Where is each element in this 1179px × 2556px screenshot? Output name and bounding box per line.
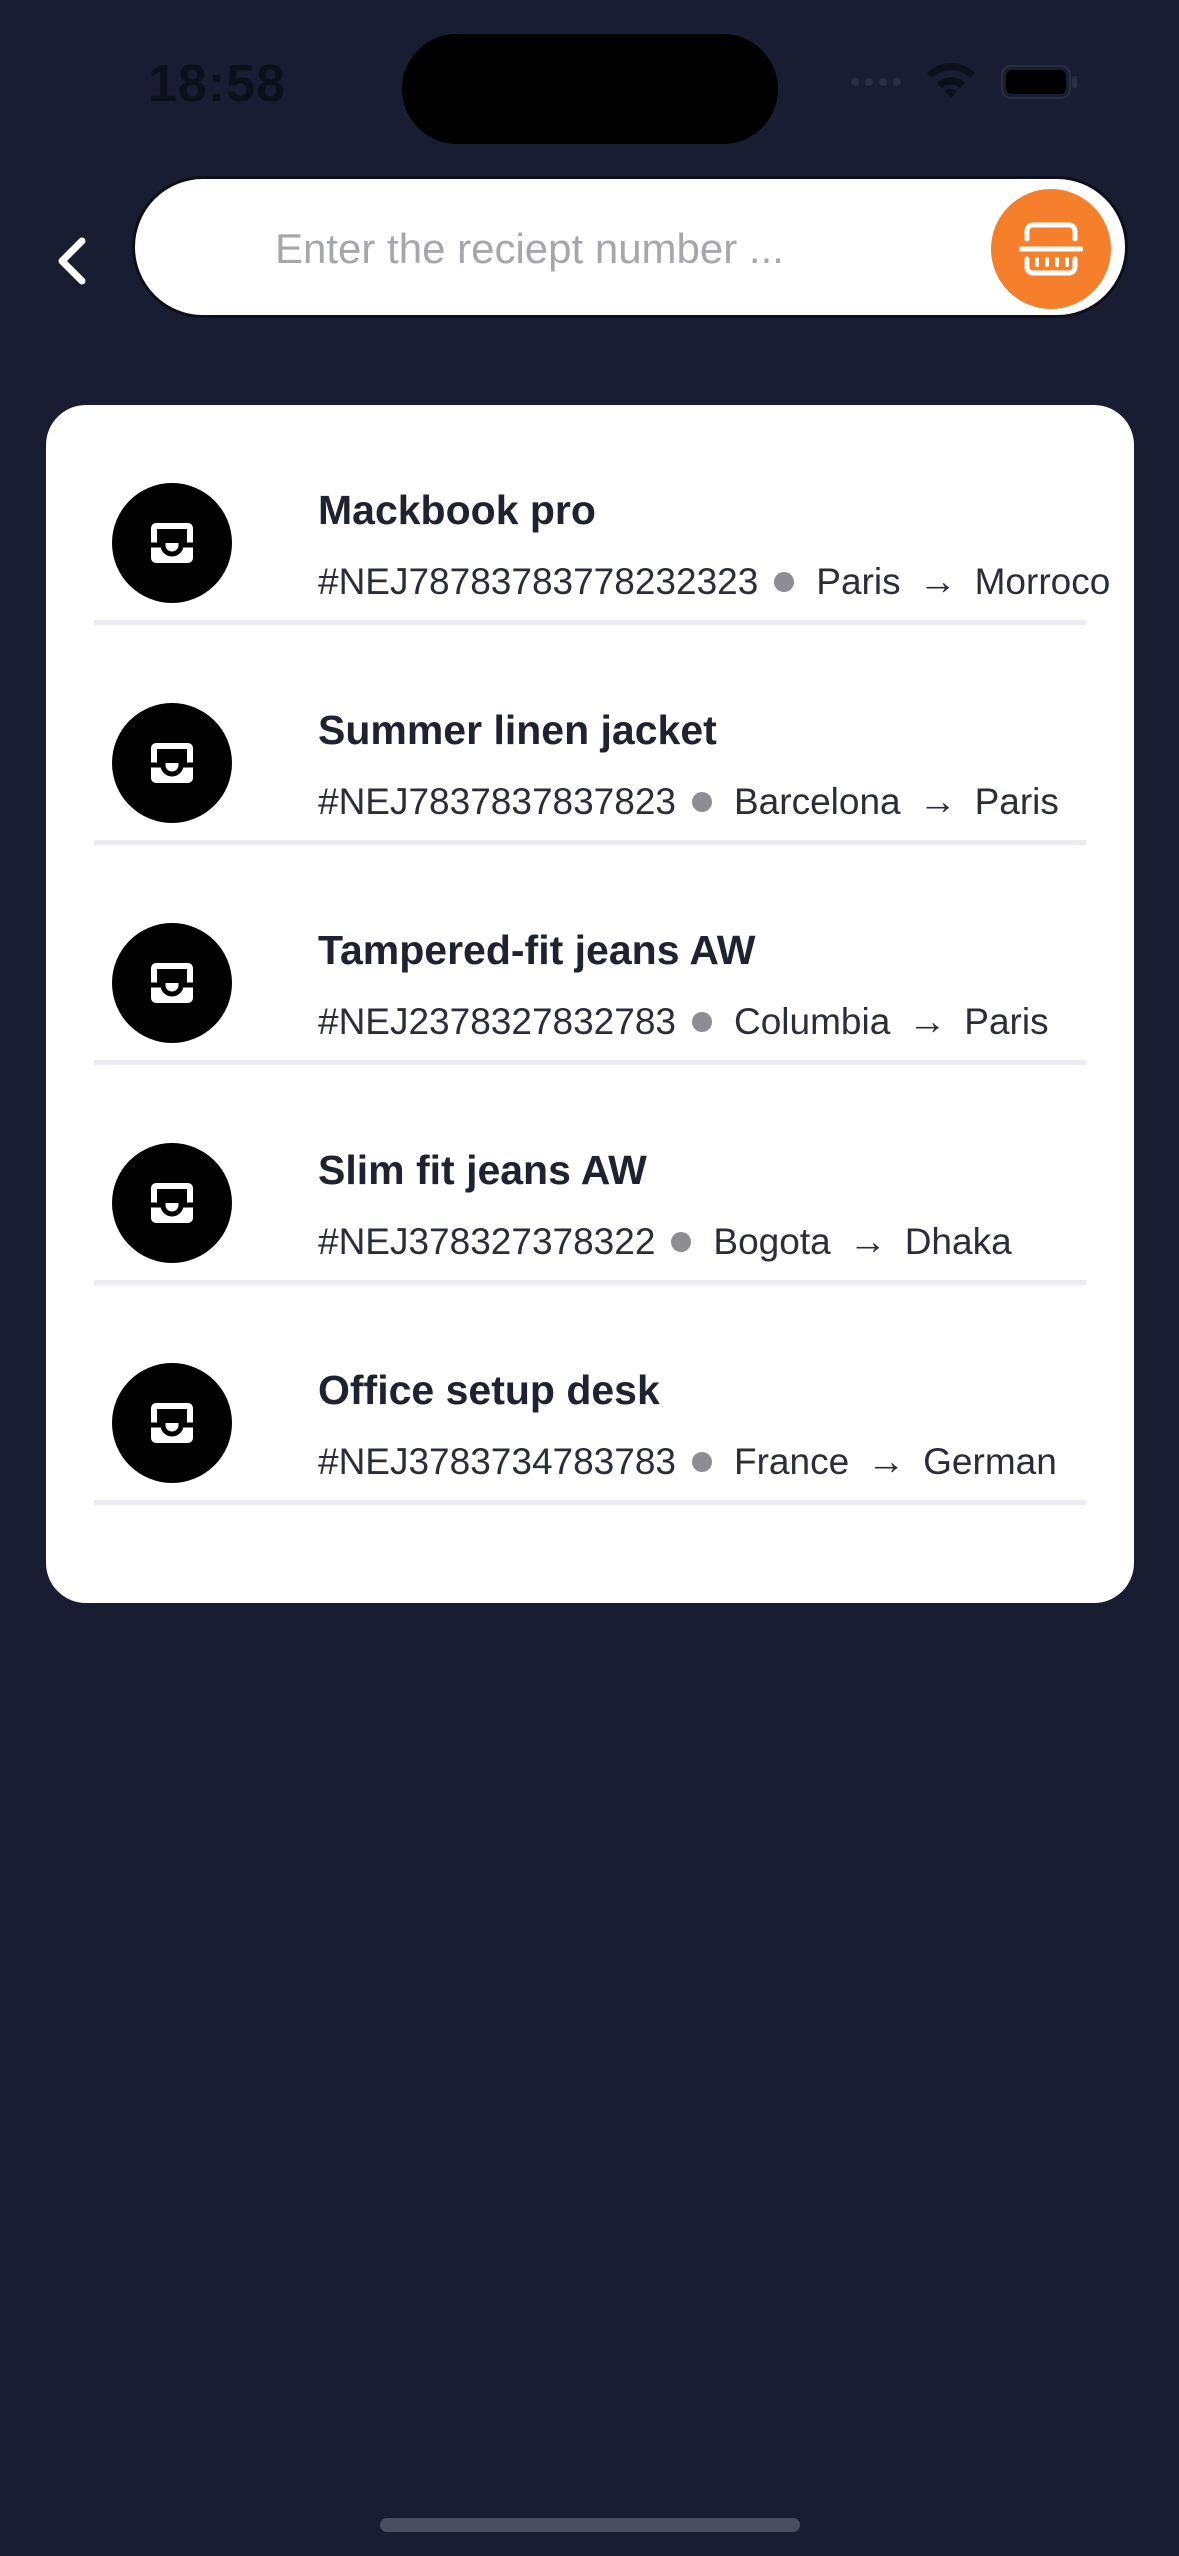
origin-city: Barcelona bbox=[734, 781, 901, 822]
separator-dot bbox=[692, 792, 712, 812]
arrow-right-icon: → bbox=[848, 1220, 887, 1263]
chevron-left-icon bbox=[58, 237, 86, 285]
destination-city: German bbox=[923, 1441, 1057, 1482]
origin-city: France bbox=[734, 1441, 850, 1482]
scan-icon bbox=[1019, 222, 1083, 276]
package-meta: #NEJ7837837837823 Barcelona → Paris bbox=[318, 777, 1059, 827]
origin-city: Paris bbox=[816, 561, 901, 602]
package-box-icon bbox=[112, 483, 232, 603]
arrow-right-icon: → bbox=[908, 1000, 947, 1043]
cellular-signal-icon bbox=[851, 78, 901, 86]
package-box-icon bbox=[112, 923, 232, 1043]
status-time: 18:58 bbox=[148, 55, 286, 113]
receipt-number: #NEJ7837837837823 bbox=[318, 781, 676, 822]
receipt-number: #NEJ78783783778232323 bbox=[318, 561, 759, 602]
scan-button[interactable] bbox=[991, 189, 1111, 309]
destination-city: Paris bbox=[974, 781, 1059, 822]
origin-city: Bogota bbox=[713, 1221, 831, 1262]
arrow-right-icon: → bbox=[918, 780, 957, 823]
package-title: Summer linen jacket bbox=[318, 707, 717, 753]
arrow-right-icon: → bbox=[918, 560, 957, 603]
status-icons bbox=[851, 62, 1079, 102]
package-title: Office setup desk bbox=[318, 1367, 660, 1413]
separator-dot bbox=[692, 1452, 712, 1472]
package-list-item[interactable]: Office setup desk #NEJ3783734783783 Fran… bbox=[94, 1285, 1086, 1505]
separator-dot bbox=[671, 1232, 692, 1252]
package-meta: #NEJ378327378322 Bogota → Dhaka bbox=[318, 1217, 1012, 1267]
separator-dot bbox=[692, 1012, 712, 1032]
receipt-search-bar bbox=[132, 176, 1128, 318]
origin-city: Columbia bbox=[734, 1001, 891, 1042]
receipt-search-input[interactable] bbox=[275, 209, 935, 289]
package-list-item[interactable]: Summer linen jacket #NEJ7837837837823 Ba… bbox=[94, 625, 1086, 845]
back-button[interactable] bbox=[44, 228, 100, 294]
package-title: Mackbook pro bbox=[318, 487, 596, 533]
screen: 18:58 Enter the reciept number ... Mackb… bbox=[0, 0, 1179, 2556]
package-meta: #NEJ2378327832783 Columbia → Paris bbox=[318, 997, 1049, 1047]
destination-city: Paris bbox=[964, 1001, 1049, 1042]
package-meta: #NEJ78783783778232323 Paris → Morroco bbox=[318, 557, 1110, 607]
dynamic-island bbox=[402, 34, 778, 144]
battery-icon bbox=[1001, 65, 1077, 99]
separator-dot bbox=[774, 572, 795, 592]
destination-city: Morroco bbox=[974, 561, 1111, 602]
receipt-number: #NEJ3783734783783 bbox=[318, 1441, 676, 1482]
package-list-item[interactable]: Mackbook pro #NEJ78783783778232323 Paris… bbox=[94, 405, 1110, 625]
package-title: Slim fit jeans AW bbox=[318, 1147, 647, 1193]
package-list-card: Mackbook pro #NEJ78783783778232323 Paris… bbox=[46, 405, 1134, 1603]
receipt-number: #NEJ2378327832783 bbox=[318, 1001, 676, 1042]
arrow-right-icon: → bbox=[867, 1440, 906, 1483]
destination-city: Dhaka bbox=[904, 1221, 1012, 1262]
home-indicator[interactable] bbox=[380, 2518, 800, 2532]
package-meta: #NEJ3783734783783 France → German bbox=[318, 1437, 1057, 1487]
package-box-icon bbox=[112, 1363, 232, 1483]
package-box-icon bbox=[112, 703, 232, 823]
package-list-item[interactable]: Slim fit jeans AW #NEJ378327378322 Bogot… bbox=[94, 1065, 1086, 1285]
wifi-icon bbox=[927, 63, 975, 98]
receipt-number: #NEJ378327378322 bbox=[318, 1221, 656, 1262]
package-title: Tampered-fit jeans AW bbox=[318, 927, 756, 973]
package-box-icon bbox=[112, 1143, 232, 1263]
package-list-item[interactable]: Tampered-fit jeans AW #NEJ2378327832783 … bbox=[94, 845, 1086, 1065]
